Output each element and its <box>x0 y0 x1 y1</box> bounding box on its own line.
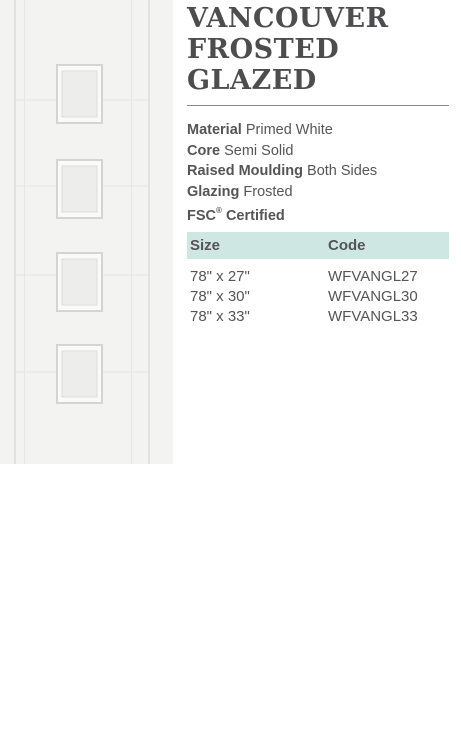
spec-value: Primed White <box>245 122 333 138</box>
spec-label: Material <box>187 122 242 138</box>
fsc-certification: FSC® Certified <box>187 202 449 226</box>
door-image <box>0 0 173 464</box>
spec-material: Material Primed White <box>187 120 449 141</box>
title-line: FROSTED <box>187 34 340 65</box>
spec-core: Core Semi Solid <box>187 141 449 162</box>
table-row: 78" x 27" WFVANGL27 <box>187 259 449 287</box>
spec-label: Glazing <box>187 183 240 200</box>
title-divider <box>187 105 449 106</box>
spec-value: Both Sides <box>307 163 378 179</box>
spec-value: Semi Solid <box>224 142 294 159</box>
column-header-size: Size <box>187 232 324 260</box>
product-title: VANCOUVER FROSTED GLAZED <box>187 0 449 96</box>
code-cell: WFVANGL33 <box>328 308 418 326</box>
column-header-code: Code <box>324 232 449 260</box>
size-cell: 78" x 33" <box>190 308 250 326</box>
spec-label: Core <box>187 142 221 159</box>
table-row: 78" x 30" WFVANGL30 <box>187 287 449 307</box>
code-cell: WFVANGL27 <box>328 268 418 286</box>
size-code-table: Size Code 78" x 27" WFVANGL27 78" x 30" … <box>187 232 449 327</box>
spec-raised-moulding: Raised Moulding Both Sides <box>187 161 449 182</box>
product-info: VANCOUVER FROSTED GLAZED Material Primed… <box>187 0 449 327</box>
fsc-mark: FSC <box>187 207 216 224</box>
fsc-text: Certified <box>225 207 285 224</box>
spec-list: Material Primed White Core Semi Solid Ra… <box>187 120 449 226</box>
title-line: GLAZED <box>187 65 317 96</box>
size-cell: 78" x 27" <box>190 268 250 286</box>
title-line: VANCOUVER <box>187 3 389 34</box>
size-cell: 78" x 30" <box>190 288 250 306</box>
table-row: 78" x 33" WFVANGL33 <box>187 307 449 327</box>
spec-glazing: Glazing Frosted <box>187 182 449 203</box>
registered-mark: ® <box>216 206 222 215</box>
code-cell: WFVANGL30 <box>328 288 418 306</box>
spec-value: Frosted <box>243 183 293 200</box>
spec-label: Raised Moulding <box>187 163 303 179</box>
door-illustration <box>0 0 173 464</box>
table-header-row: Size Code <box>187 232 449 260</box>
